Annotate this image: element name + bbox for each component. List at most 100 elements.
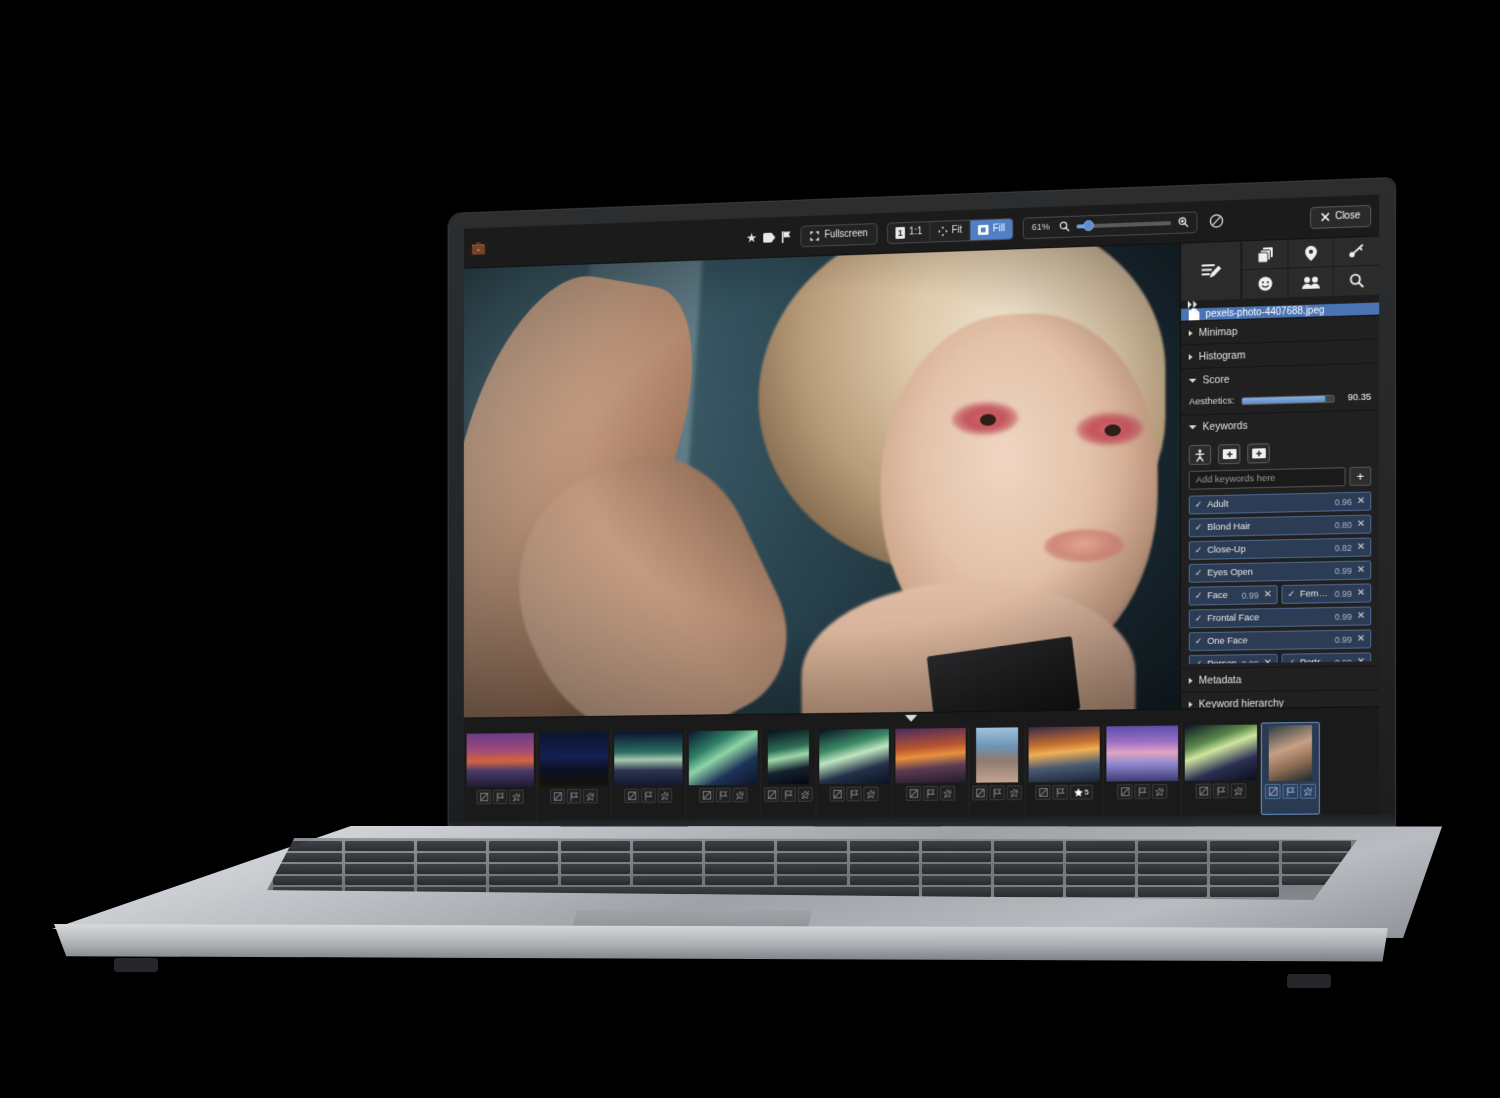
label-icon[interactable] xyxy=(763,232,776,243)
flag-icon[interactable] xyxy=(780,787,796,802)
reject-icon[interactable] xyxy=(764,787,780,803)
thumbnail[interactable] xyxy=(767,729,809,785)
remove-keyword-icon[interactable]: ✕ xyxy=(1357,656,1365,664)
fullscreen-button[interactable]: Fullscreen xyxy=(800,222,878,247)
keyword-chip[interactable]: ✓ One Face 0.99 ✕ xyxy=(1189,629,1372,652)
star-strike-icon[interactable] xyxy=(939,785,956,801)
filmstrip-item[interactable] xyxy=(611,729,687,820)
reject-icon[interactable] xyxy=(1195,783,1212,799)
star-strike-icon[interactable] xyxy=(1006,785,1022,801)
keyword-chip[interactable]: ✓ Person 0.99 ✕ xyxy=(1189,653,1278,664)
keyword-chip[interactable]: ✓ Frontal Face 0.99 ✕ xyxy=(1189,606,1372,629)
reject-icon[interactable] xyxy=(972,785,988,801)
filmstrip-item[interactable]: 5 xyxy=(1025,724,1104,817)
flag-icon[interactable] xyxy=(715,787,731,803)
reject-icon[interactable] xyxy=(624,788,640,804)
star-strike-icon[interactable] xyxy=(1151,783,1168,799)
fill-button[interactable]: Fill xyxy=(970,218,1013,240)
reject-icon[interactable] xyxy=(1035,784,1051,800)
flag-icon[interactable] xyxy=(782,230,791,243)
smiley-face-icon[interactable] xyxy=(1241,268,1288,299)
remove-keyword-icon[interactable]: ✕ xyxy=(1357,633,1365,644)
zoom-out-icon[interactable] xyxy=(1059,221,1070,232)
image-viewer[interactable] xyxy=(463,243,1181,718)
reject-icon[interactable] xyxy=(550,789,565,804)
flag-icon[interactable] xyxy=(1052,784,1068,800)
filmstrip-item[interactable] xyxy=(892,725,970,818)
thumbnail[interactable] xyxy=(976,727,1019,783)
reject-icon[interactable] xyxy=(905,786,922,801)
compare-rotate-icon[interactable] xyxy=(1209,213,1224,228)
search-icon[interactable] xyxy=(1333,265,1380,297)
close-button[interactable]: Close xyxy=(1310,204,1372,229)
stick-figure-icon-button[interactable] xyxy=(1189,444,1212,466)
flag-icon[interactable] xyxy=(640,788,656,803)
check-icon[interactable]: ✓ xyxy=(1195,522,1202,533)
thumbnail[interactable] xyxy=(895,727,966,784)
people-icon[interactable] xyxy=(1287,267,1334,298)
keyboard[interactable] xyxy=(267,838,1357,900)
star-icon[interactable]: ★ xyxy=(746,230,757,245)
metadata-edit-icon[interactable] xyxy=(1181,241,1242,301)
check-icon[interactable]: ✓ xyxy=(1195,659,1202,664)
zoom-slider-knob[interactable] xyxy=(1083,219,1094,232)
aesthetics-slider[interactable] xyxy=(1241,394,1335,405)
section-metadata[interactable]: Metadata xyxy=(1181,665,1380,692)
thumbnail[interactable] xyxy=(1028,726,1100,783)
thumbnail[interactable] xyxy=(1106,725,1179,782)
star-strike-icon[interactable] xyxy=(732,787,748,803)
check-icon[interactable]: ✓ xyxy=(1195,568,1202,579)
filmstrip-item[interactable] xyxy=(1103,723,1182,817)
filmstrip-item[interactable] xyxy=(816,726,893,819)
filmstrip-item[interactable] xyxy=(463,730,538,821)
star-strike-icon[interactable] xyxy=(583,788,598,804)
keyword-chip[interactable]: ✓ Adult 0.96 ✕ xyxy=(1189,491,1372,515)
check-icon[interactable]: ✓ xyxy=(1288,589,1295,600)
filmstrip[interactable]: 5 xyxy=(463,718,1380,821)
filmstrip-item[interactable] xyxy=(1181,722,1261,816)
check-icon[interactable]: ✓ xyxy=(1288,657,1295,664)
remove-keyword-icon[interactable]: ✕ xyxy=(1357,565,1365,576)
flag-icon[interactable] xyxy=(566,789,582,804)
zoom-in-icon[interactable] xyxy=(1178,217,1189,228)
keyword-chip[interactable]: ✓ Blond Hair 0.80 ✕ xyxy=(1189,514,1372,538)
thumbnail[interactable] xyxy=(819,728,889,785)
keyword-chip[interactable]: ✓ Face 0.99 ✕ xyxy=(1189,585,1278,606)
reject-icon[interactable] xyxy=(699,787,714,803)
filmstrip-item[interactable] xyxy=(537,730,612,821)
check-icon[interactable]: ✓ xyxy=(1195,613,1202,624)
location-pin-icon[interactable] xyxy=(1287,238,1334,269)
reject-icon[interactable] xyxy=(476,789,492,805)
thumbnail[interactable] xyxy=(1268,724,1312,782)
thumbnail[interactable] xyxy=(688,730,758,786)
remove-keyword-icon[interactable]: ✕ xyxy=(1357,611,1365,622)
copies-layers-icon[interactable] xyxy=(1241,239,1288,271)
filmstrip-item[interactable] xyxy=(761,727,817,819)
add-keyword-button[interactable]: + xyxy=(1349,466,1372,487)
keyword-chip[interactable]: ✓ Eyes Open 0.99 ✕ xyxy=(1189,560,1372,583)
reject-icon[interactable] xyxy=(829,786,845,802)
remove-keyword-icon[interactable]: ✕ xyxy=(1264,589,1272,600)
section-metadata-header[interactable]: Metadata xyxy=(1181,666,1380,692)
flag-icon[interactable] xyxy=(989,785,1005,801)
check-icon[interactable]: ✓ xyxy=(1195,636,1202,647)
reject-icon[interactable] xyxy=(1264,783,1281,800)
check-icon[interactable]: ✓ xyxy=(1195,499,1202,510)
aesthetics-slider-knob[interactable] xyxy=(1324,395,1332,402)
star-strike-icon[interactable] xyxy=(863,786,879,802)
one-to-one-button[interactable]: 1 1:1 xyxy=(887,221,931,243)
star-strike-icon[interactable] xyxy=(1300,783,1316,799)
flag-icon[interactable] xyxy=(1134,784,1150,800)
image-plus-alt-icon-button[interactable] xyxy=(1247,443,1271,464)
key-icon[interactable] xyxy=(1333,236,1380,268)
keyword-chip[interactable]: ✓ Female 0.99 ✕ xyxy=(1281,583,1372,604)
flag-icon[interactable] xyxy=(1213,783,1229,799)
keyword-chip[interactable]: ✓ Portrait 0.99 ✕ xyxy=(1281,652,1372,664)
image-plus-icon-button[interactable] xyxy=(1218,443,1241,465)
star-strike-icon[interactable] xyxy=(657,788,673,803)
filmstrip-item-selected[interactable] xyxy=(1260,721,1320,815)
thumbnail[interactable] xyxy=(614,731,683,786)
remove-keyword-icon[interactable]: ✕ xyxy=(1357,496,1365,507)
remove-keyword-icon[interactable]: ✕ xyxy=(1264,658,1272,664)
flag-icon[interactable] xyxy=(1282,783,1299,799)
